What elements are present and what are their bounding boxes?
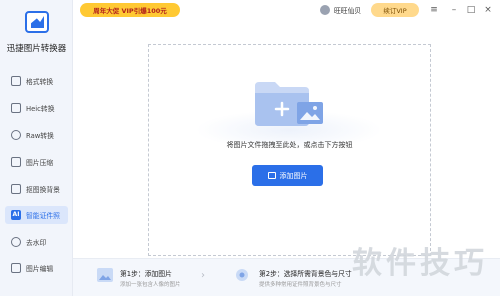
sidebar-item-format-convert[interactable]: 格式转换 [5,72,68,90]
image-icon [267,172,276,179]
add-image-button[interactable]: 添加图片 [252,165,323,186]
image-edit-icon [11,263,21,273]
sidebar-item-image-edit[interactable]: 图片编辑 [5,259,68,277]
sidebar-item-label: 格式转换 [26,78,54,86]
step-1-subtitle: 添加一张包含人像的图片 [120,282,181,288]
user-name[interactable]: 旺旺仙贝 [334,5,361,15]
format-convert-icon [11,76,21,86]
step-1-title: 第1步：添加图片 [120,270,172,278]
close-icon[interactable]: × [482,4,494,16]
sidebar-item-raw[interactable]: Raw转换 [5,126,68,144]
sidebar-item-label: 抠图换背景 [26,186,60,194]
app-logo-icon [25,11,49,33]
step-2-subtitle: 提供多种常用证件照背景色与尺寸 [259,282,342,288]
sidebar-item-label: 智能证件照 [26,212,60,220]
cutout-icon [11,184,21,194]
add-image-step-icon [97,268,113,282]
sidebar-item-ai-id-photo[interactable]: AI 智能证件照 [5,206,68,224]
drop-zone[interactable] [148,44,431,256]
sidebar-item-label: Heic转换 [26,105,55,113]
user-avatar[interactable] [320,5,330,15]
heic-icon [11,103,21,113]
drop-hint: 将图片文件拖拽至此处，或点击下方按钮 [226,141,353,149]
chevron-right-icon: › [201,270,205,281]
sidebar: 迅捷图片转换器 格式转换 Heic转换 Raw转换 图片压缩 抠图换背景 AI … [0,0,73,296]
menu-icon[interactable]: ≡ [428,4,440,16]
raw-icon [11,130,21,140]
sidebar-item-remove-watermark[interactable]: 去水印 [5,233,68,251]
sidebar-item-label: 图片编辑 [26,265,54,273]
add-image-label: 添加图片 [279,171,308,180]
sidebar-item-cutout[interactable]: 抠图换背景 [5,180,68,198]
ai-id-photo-icon: AI [11,210,21,220]
watermark-text: 软件技巧 [352,246,488,281]
renew-vip-button[interactable]: 续订VIP [371,3,419,17]
maximize-icon[interactable]: □ [465,4,477,16]
sidebar-item-label: Raw转换 [26,132,54,140]
app-name: 迅捷图片转换器 [6,44,67,54]
step-2-title: 第2步：选择所需背景色与尺寸 [259,270,352,278]
sidebar-item-heic[interactable]: Heic转换 [5,99,68,117]
sidebar-item-label: 去水印 [26,239,47,247]
sidebar-item-compress[interactable]: 图片压缩 [5,153,68,171]
settings-step-icon [236,269,248,281]
minimize-icon[interactable]: – [448,4,460,16]
remove-watermark-icon [11,237,21,247]
promo-text: 周年大促 VIP引爆100元 [93,7,167,15]
add-folder-icon [255,82,323,126]
promo-banner[interactable]: 周年大促 VIP引爆100元 [80,3,180,17]
sidebar-item-label: 图片压缩 [26,159,54,167]
compress-icon [11,157,21,167]
